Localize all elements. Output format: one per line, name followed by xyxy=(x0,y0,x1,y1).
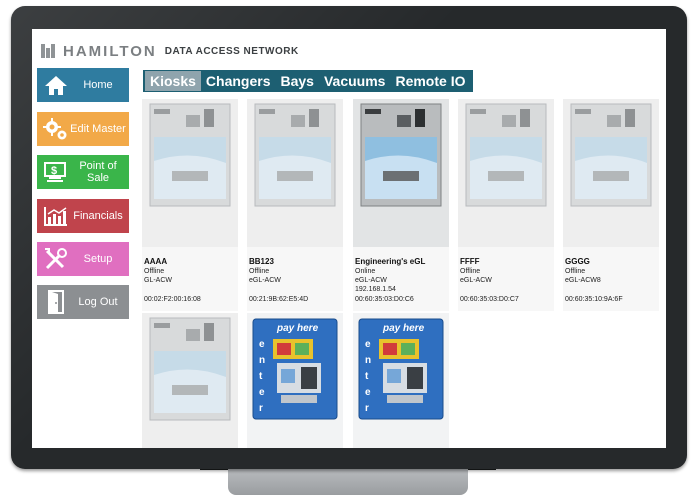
sidebar-item-label: Home xyxy=(83,79,113,91)
monitor-stand xyxy=(228,469,468,495)
kiosk-card[interactable]: pay here e n t e r xyxy=(353,313,449,448)
svg-text:r: r xyxy=(365,403,369,414)
svg-text:$: $ xyxy=(51,165,57,177)
kiosk-image xyxy=(563,99,659,247)
kiosk-mac: 00:21:9B:62:E5:4D xyxy=(249,296,309,303)
svg-text:n: n xyxy=(259,355,265,366)
sidebar-item-point-of-sale[interactable]: $ Point of Sale xyxy=(37,155,129,189)
svg-text:e: e xyxy=(365,387,371,398)
svg-text:e: e xyxy=(365,339,371,350)
cash-register-icon: $ xyxy=(43,159,69,185)
sidebar-item-log-out[interactable]: Log Out xyxy=(37,285,129,319)
kiosk-image xyxy=(142,99,238,247)
kiosk-card[interactable] xyxy=(142,313,238,448)
svg-text:n: n xyxy=(365,355,371,366)
kiosk-card[interactable]: pay here e n t e r xyxy=(247,313,343,448)
pay-here-text: pay here xyxy=(276,323,319,334)
sidebar-item-label: Financials xyxy=(73,210,123,222)
kiosk-image: pay here e n t e r xyxy=(353,313,449,448)
sidebar-item-setup[interactable]: Setup xyxy=(37,242,129,276)
svg-text:r: r xyxy=(259,403,263,414)
category-tabs: Kiosks Changers Bays Vacuums Remote IO xyxy=(143,70,473,92)
tab-changers[interactable]: Changers xyxy=(201,71,276,91)
kiosk-status: Offline xyxy=(565,268,586,275)
kiosk-card[interactable]: Engineering's eGL Online eGL-ACW 192.168… xyxy=(353,99,449,311)
kiosk-name: Engineering's eGL xyxy=(355,257,426,266)
tab-vacuums[interactable]: Vacuums xyxy=(319,71,390,91)
kiosk-card[interactable]: BB123 Offline eGL-ACW 00:21:9B:62:E5:4D xyxy=(247,99,343,311)
kiosk-status: Offline xyxy=(460,268,481,275)
tab-kiosks[interactable]: Kiosks xyxy=(145,71,201,91)
kiosk-name: FFFF xyxy=(460,257,480,266)
sidebar-item-financials[interactable]: Financials xyxy=(37,199,129,233)
kiosk-image: pay here e n t e r xyxy=(247,313,343,448)
tab-bays[interactable]: Bays xyxy=(276,71,319,91)
sidebar-item-label: Point of Sale xyxy=(79,160,117,184)
gears-icon xyxy=(43,116,69,142)
kiosk-ip: 192.168.1.54 xyxy=(355,286,396,293)
kiosk-card[interactable]: GGGG Offline eGL-ACW8 00:60:35:10:9A:6F xyxy=(563,99,659,311)
bar-chart-icon xyxy=(43,203,69,229)
kiosk-image xyxy=(142,313,238,448)
kiosk-mac: 00:60:35:03:D0:C6 xyxy=(355,296,414,303)
door-exit-icon xyxy=(43,289,69,315)
sidebar-item-label: Edit Master xyxy=(70,123,126,135)
kiosk-model: GL-ACW xyxy=(144,277,172,284)
sidebar-item-home[interactable]: Home xyxy=(37,68,129,102)
sidebar-item-edit-master[interactable]: Edit Master xyxy=(37,112,129,146)
kiosk-card[interactable]: AAAA Offline GL-ACW 00:02:F2:00:16:08 xyxy=(142,99,238,311)
tools-icon xyxy=(43,246,69,272)
kiosk-model: eGL-ACW xyxy=(460,277,492,284)
kiosk-model: eGL-ACW xyxy=(249,277,281,284)
kiosk-mac: 00:02:F2:00:16:08 xyxy=(144,296,201,303)
kiosk-status: Offline xyxy=(144,268,165,275)
app-screen: HAMILTON DATA ACCESS NETWORK Home Edit M… xyxy=(32,29,666,448)
svg-text:e: e xyxy=(259,339,265,350)
kiosk-name: GGGG xyxy=(565,257,590,266)
app-logo: HAMILTON DATA ACCESS NETWORK xyxy=(41,42,299,60)
kiosk-name: BB123 xyxy=(249,257,274,266)
kiosk-name: AAAA xyxy=(144,257,168,266)
brand-name: HAMILTON xyxy=(63,42,157,60)
kiosk-status: Online xyxy=(355,268,376,275)
home-icon xyxy=(43,72,69,98)
kiosk-model: eGL-ACW8 xyxy=(565,277,601,284)
kiosk-card[interactable]: FFFF Offline eGL-ACW 00:60:35:03:D0:C7 xyxy=(458,99,554,311)
svg-text:pay here: pay here xyxy=(382,323,425,334)
kiosk-status: Offline xyxy=(249,268,270,275)
kiosk-mac: 00:60:35:03:D0:C7 xyxy=(460,296,519,303)
hamilton-logo-icon xyxy=(41,44,57,58)
app-subtitle: DATA ACCESS NETWORK xyxy=(164,45,299,57)
kiosk-image xyxy=(458,99,554,247)
sidebar-item-label: Setup xyxy=(83,253,113,265)
kiosk-model: eGL-ACW xyxy=(355,277,387,284)
kiosk-mac: 00:60:35:10:9A:6F xyxy=(565,296,623,303)
tab-remote-io[interactable]: Remote IO xyxy=(390,71,470,91)
kiosk-image xyxy=(353,99,449,247)
sidebar-item-label: Log Out xyxy=(78,296,118,308)
kiosk-image xyxy=(247,99,343,247)
svg-text:e: e xyxy=(259,387,265,398)
